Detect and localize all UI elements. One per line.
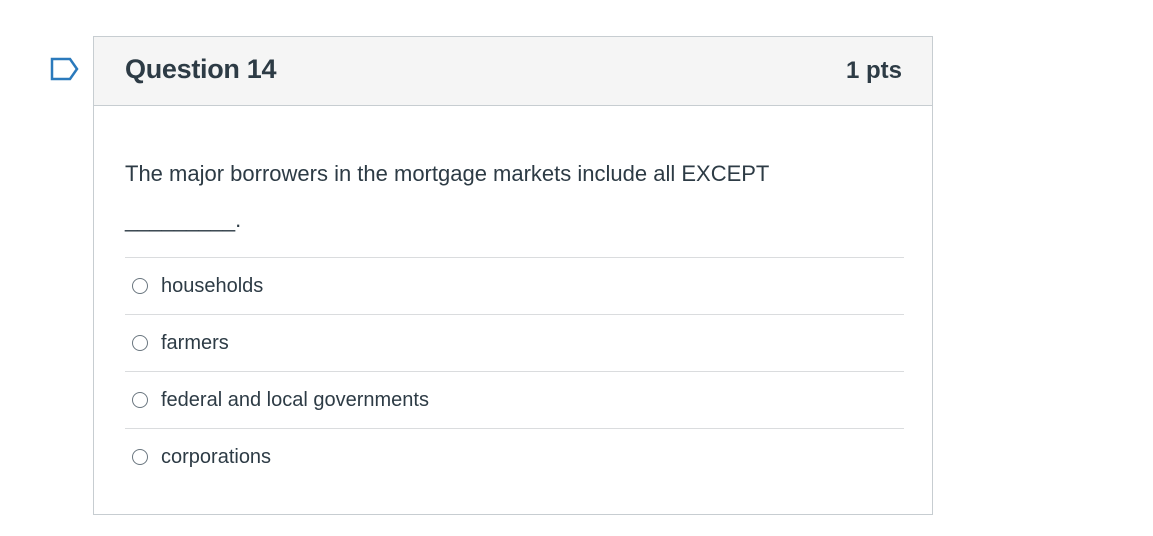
answer-label: households [161,274,264,297]
question-points: 1 pts [845,57,902,84]
radio-unchecked-icon[interactable] [132,449,148,465]
question-header: Question 14 1 pts [94,37,932,106]
answer-option[interactable]: farmers [125,314,904,371]
answer-option[interactable]: federal and local governments [125,371,904,428]
answer-label: federal and local governments [161,388,429,411]
question-title: Question 14 [125,54,277,84]
question-card: Question 14 1 pts The major borrowers in… [93,36,933,515]
answer-option[interactable]: corporations [125,428,904,485]
answer-list: households farmers federal and local gov… [125,257,904,485]
question-text: The major borrowers in the mortgage mark… [125,161,769,232]
answer-option[interactable]: households [125,257,904,314]
flag-question-icon[interactable] [50,57,80,81]
answer-label: farmers [161,331,229,354]
radio-unchecked-icon[interactable] [132,335,148,351]
radio-unchecked-icon[interactable] [132,392,148,408]
answer-label: corporations [161,445,272,468]
radio-unchecked-icon[interactable] [132,278,148,294]
